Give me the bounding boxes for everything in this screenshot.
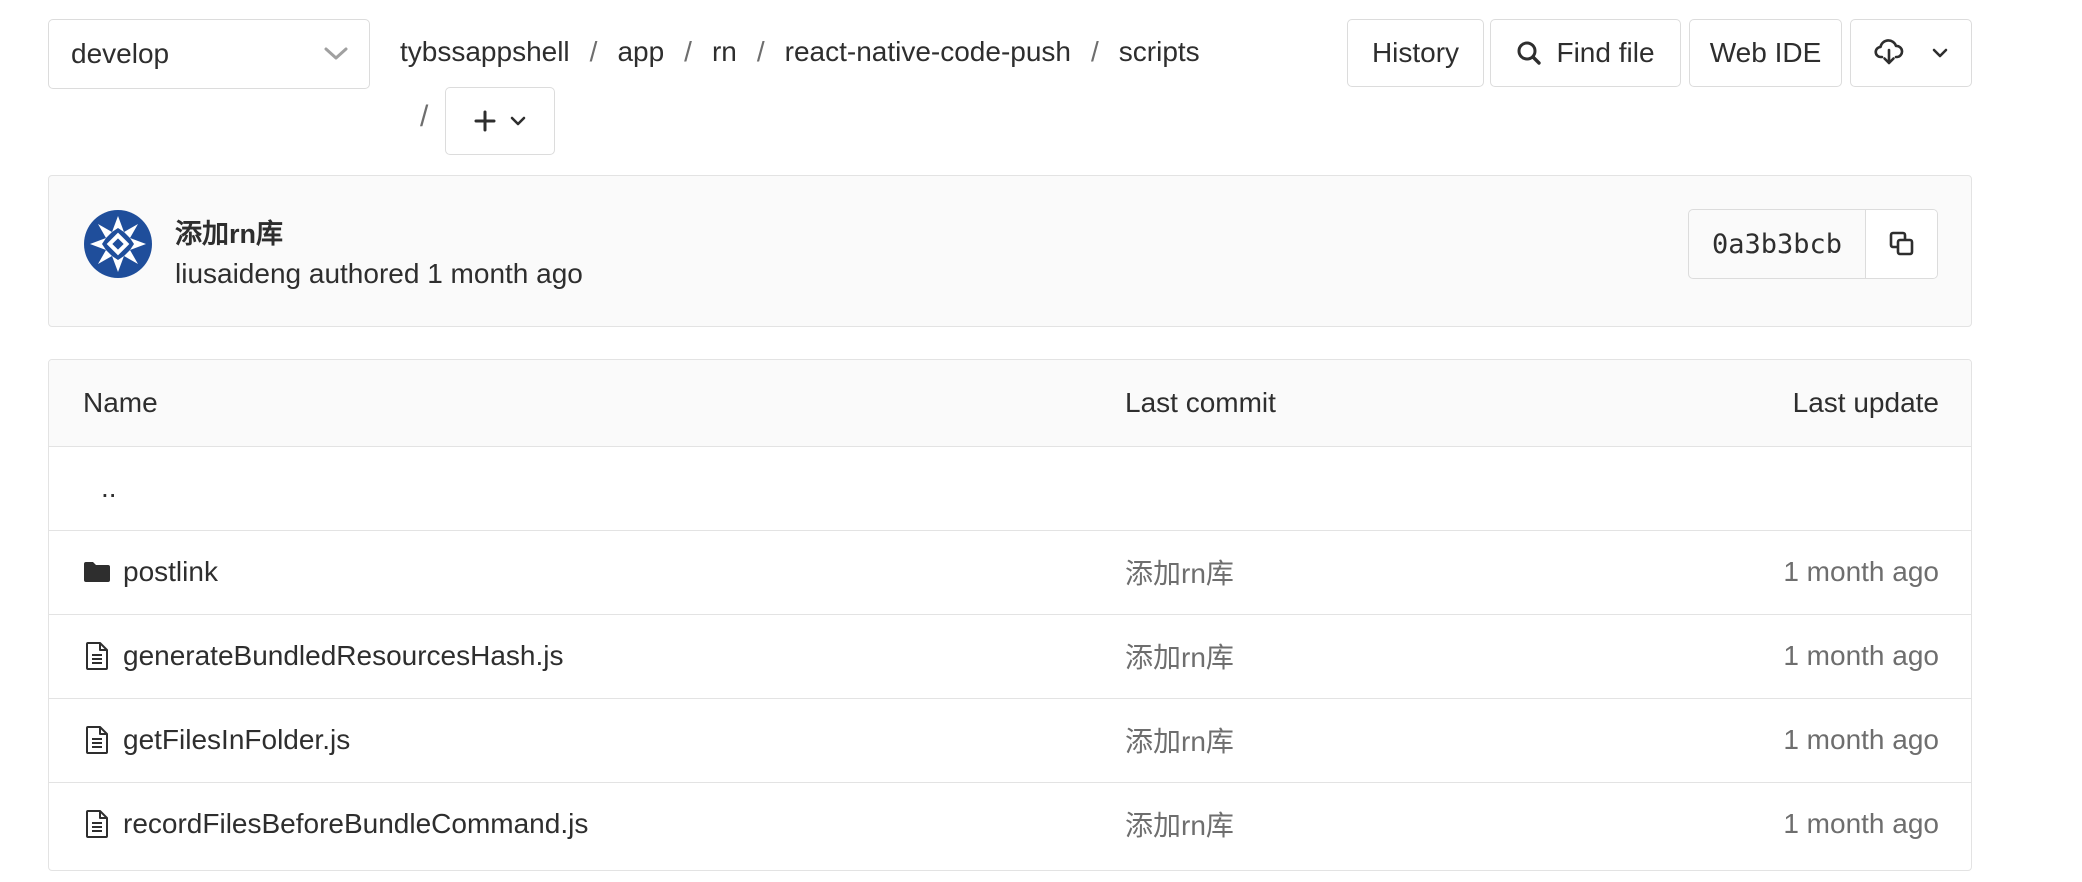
row-name-cell: getFilesInFolder.js [83, 698, 350, 782]
find-file-label: Find file [1556, 37, 1655, 68]
table-row: postlink 添加rn库 1 month ago [49, 530, 1971, 615]
web-ide-button[interactable]: Web IDE [1689, 19, 1842, 87]
commit-sha-group: 0a3b3bcb [1688, 209, 1938, 279]
commit-sha[interactable]: 0a3b3bcb [1689, 210, 1866, 278]
row-last-update: 1 month ago [1783, 556, 1939, 587]
row-name-cell: postlink [83, 530, 218, 614]
breadcrumb-item-project[interactable]: tybssappshell [400, 36, 570, 68]
breadcrumb-separator: / [589, 36, 598, 67]
header-last-commit: Last commit [1125, 387, 1276, 418]
row-commit-message[interactable]: 添加rn库 [1125, 614, 1234, 698]
breadcrumb: tybssappshell / app / rn / react-native-… [400, 30, 1200, 74]
table-row: recordFilesBeforeBundleCommand.js 添加rn库 … [49, 782, 1971, 866]
add-dropdown-button[interactable] [445, 87, 555, 155]
chevron-down-icon [510, 115, 526, 127]
find-file-button[interactable]: Find file [1490, 19, 1681, 87]
breadcrumb-item-react-native-code-push[interactable]: react-native-code-push [785, 36, 1071, 68]
row-last-update: 1 month ago [1783, 724, 1939, 755]
row-last-update: 1 month ago [1783, 640, 1939, 671]
cloud-download-icon [1874, 39, 1904, 67]
folder-icon [83, 560, 111, 584]
row-name-cell: recordFilesBeforeBundleCommand.js [83, 782, 588, 866]
header-last-update: Last update [1792, 387, 1939, 418]
breadcrumb-item-scripts[interactable]: scripts [1119, 36, 1200, 68]
search-icon [1516, 40, 1542, 66]
plus-icon [474, 110, 496, 132]
last-commit-panel [48, 175, 1972, 327]
chevron-down-icon [1932, 47, 1948, 59]
breadcrumb-separator: / [756, 36, 765, 67]
breadcrumb-separator: / [420, 100, 429, 133]
row-commit-message[interactable]: 添加rn库 [1125, 530, 1234, 614]
file-icon [83, 809, 111, 839]
breadcrumb-separator: / [1091, 36, 1099, 67]
copy-icon [1888, 230, 1916, 258]
file-link[interactable]: getFilesInFolder.js [123, 724, 350, 756]
row-commit-message[interactable]: 添加rn库 [1125, 698, 1234, 782]
table-row: getFilesInFolder.js 添加rn库 1 month ago [49, 698, 1971, 783]
breadcrumb-separator: / [684, 36, 692, 67]
row-name-cell: generateBundledResourcesHash.js [83, 614, 564, 698]
table-row-parent[interactable]: .. [49, 446, 1971, 531]
row-commit-message[interactable]: 添加rn库 [1125, 782, 1234, 866]
avatar[interactable] [84, 210, 152, 278]
commit-meta: liusaideng authored 1 month ago [175, 258, 583, 289]
folder-link-postlink[interactable]: postlink [123, 556, 218, 588]
file-link[interactable]: generateBundledResourcesHash.js [123, 640, 564, 672]
breadcrumb-item-app[interactable]: app [617, 36, 664, 68]
file-tree-table: Name Last commit Last update .. postlink… [48, 359, 1972, 871]
history-button-label: History [1371, 37, 1460, 68]
header-name: Name [83, 387, 158, 418]
commit-title[interactable]: 添加rn库 [175, 212, 283, 251]
branch-selector[interactable]: develop [48, 19, 370, 89]
chevron-down-icon [323, 46, 349, 62]
file-icon [83, 725, 111, 755]
web-ide-label: Web IDE [1709, 37, 1822, 68]
breadcrumb-item-rn[interactable]: rn [712, 36, 737, 68]
history-button[interactable]: History [1347, 19, 1484, 87]
file-icon [83, 641, 111, 671]
copy-sha-button[interactable] [1866, 210, 1937, 278]
table-row: generateBundledResourcesHash.js 添加rn库 1 … [49, 614, 1971, 699]
branch-name: develop [71, 38, 170, 69]
download-dropdown-button[interactable] [1850, 19, 1972, 87]
row-last-update: 1 month ago [1783, 808, 1939, 839]
table-header: Name Last commit Last update [49, 360, 1971, 447]
file-link[interactable]: recordFilesBeforeBundleCommand.js [123, 808, 588, 840]
parent-directory-link[interactable]: .. [101, 446, 117, 530]
